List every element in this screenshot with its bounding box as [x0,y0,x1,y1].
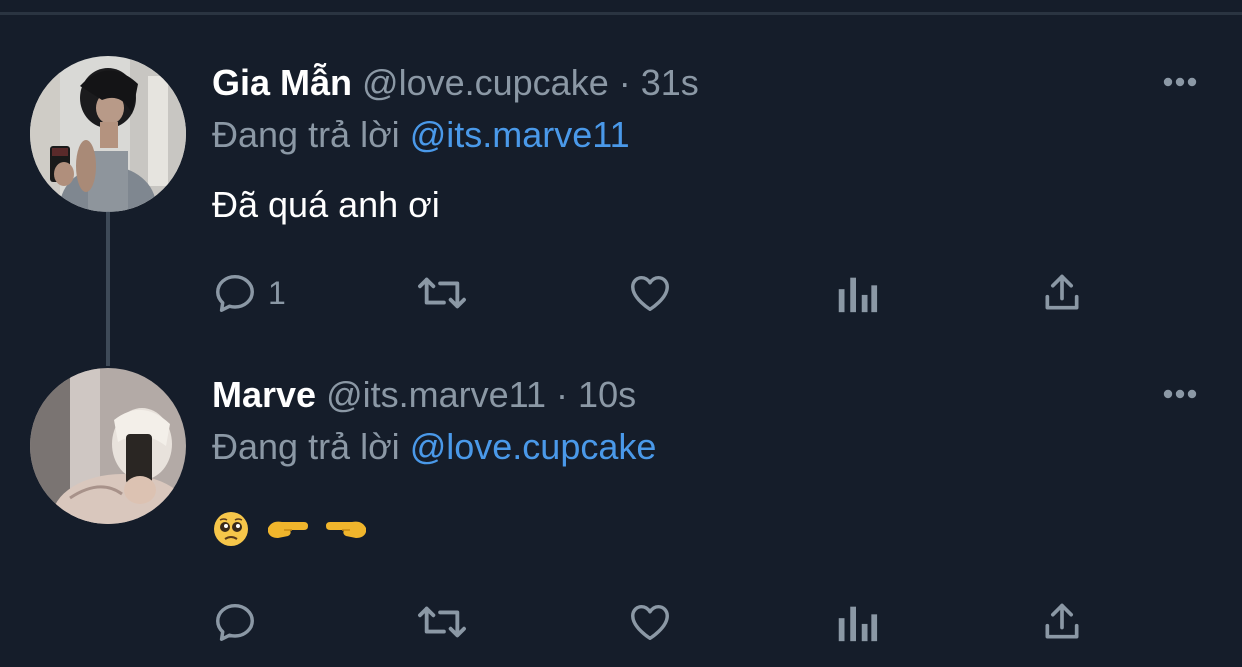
share-icon [1045,603,1079,639]
pointing-right-emoji [268,521,308,538]
tweet-actions [212,597,1112,647]
share-icon [1045,274,1079,310]
replying-to-label: Đang trả lời [212,114,400,155]
tweet-text: Đã quá anh ơi [212,184,440,225]
reply-button[interactable] [212,597,258,647]
separator: · [618,62,631,103]
like-button[interactable] [626,597,674,647]
more-icon[interactable] [1160,72,1200,92]
retweet-button[interactable] [414,597,470,647]
views-icon [838,277,878,313]
replying-to: Đang trả lời @its.marve11 [212,111,630,159]
more-icon[interactable] [1160,384,1200,404]
reply-icon [216,274,254,312]
tweet-actions: 1 [212,268,1112,318]
reply-button[interactable]: 1 [212,268,286,318]
reply-icon [216,603,254,641]
timestamp[interactable]: 31s [641,62,699,103]
mention-link[interactable]: @love.cupcake [410,426,657,467]
share-button[interactable] [1040,597,1084,647]
views-button[interactable] [834,268,878,318]
pointing-left-emoji [326,521,366,538]
tweet-header: Marve @its.marve11 · 10s [212,371,636,419]
thread-connector-line [106,210,110,366]
retweet-icon [418,277,466,309]
display-name[interactable]: Gia Mẫn [212,62,352,103]
tweet-header: Gia Mẫn @love.cupcake · 31s [212,59,699,107]
avatar[interactable] [30,56,186,212]
retweet-icon [418,606,466,638]
avatar[interactable] [30,368,186,524]
reply-count: 1 [268,274,286,311]
retweet-button[interactable] [414,268,470,318]
like-icon [631,275,669,312]
replying-to: Đang trả lời @love.cupcake [212,423,656,471]
timestamp[interactable]: 10s [578,374,636,415]
replying-to-label: Đang trả lời [212,426,400,467]
handle[interactable]: @love.cupcake [362,62,609,103]
share-button[interactable] [1040,268,1084,318]
pleading-face-emoji [214,512,248,546]
separator: · [556,374,569,415]
mention-link[interactable]: @its.marve11 [410,114,630,155]
handle[interactable]: @its.marve11 [326,374,546,415]
like-button[interactable] [626,268,674,318]
tweet-text [212,510,370,548]
views-button[interactable] [834,597,878,647]
top-divider [0,12,1242,15]
views-icon [838,606,878,642]
display-name[interactable]: Marve [212,374,316,415]
like-icon [631,604,669,641]
